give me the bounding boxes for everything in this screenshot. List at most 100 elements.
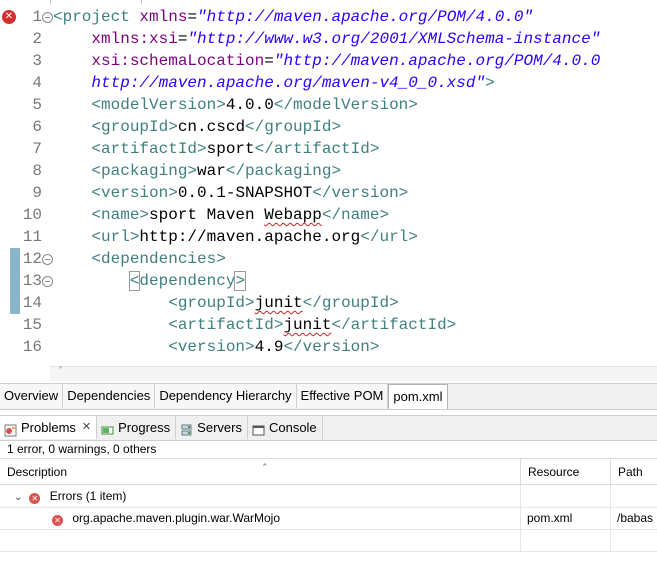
- column-header-path[interactable]: Path: [611, 459, 657, 485]
- code-text: <modelVersion>4.0.0</modelVersion>: [53, 94, 417, 116]
- code-line[interactable]: 4 http://maven.apache.org/maven-v4_0_0.x…: [0, 72, 657, 94]
- sort-ascending-icon: ˆ: [262, 462, 268, 475]
- code-token: dependency: [139, 272, 236, 290]
- spelling-error-token: junit: [283, 316, 332, 334]
- line-number: 15: [22, 316, 42, 334]
- code-line[interactable]: 6 <groupId>cn.cscd</groupId>: [0, 116, 657, 138]
- line-number: 5: [32, 96, 42, 114]
- matching-bracket: >: [234, 271, 247, 291]
- code-token: </name>: [321, 206, 390, 224]
- code-token: <artifactId>: [91, 140, 207, 158]
- column-header-description[interactable]: Description ˆ: [0, 459, 521, 485]
- code-line[interactable]: 2 xmlns:xsi="http://www.w3.org/2001/XMLS…: [0, 28, 657, 50]
- code-line[interactable]: 16 <version>4.9</version>: [0, 336, 657, 358]
- line-number: 16: [22, 338, 42, 356]
- tab-servers[interactable]: Servers: [176, 416, 248, 439]
- problems-summary: 1 error, 0 warnings, 0 others: [0, 441, 657, 458]
- code-line[interactable]: 8 <packaging>war</packaging>: [0, 160, 657, 182]
- code-line[interactable]: 11 <url>http://maven.apache.org</url>: [0, 226, 657, 248]
- code-text: <name>sport Maven Webapp</name>: [53, 204, 389, 226]
- problems-table[interactable]: Description ˆ Resource Path ⌄ ✕ Errors (…: [0, 458, 657, 563]
- code-line[interactable]: ✕ 1− <project xmlns="http://maven.apache.o…: [0, 6, 657, 28]
- code-line[interactable]: 15 <artifactId>junit</artifactId>: [0, 314, 657, 336]
- code-token: sport: [206, 140, 255, 158]
- code-line[interactable]: 5 <modelVersion>4.0.0</modelVersion>: [0, 94, 657, 116]
- tab-effective-pom[interactable]: Effective POM: [296, 384, 389, 408]
- code-text: <version>0.0.1-SNAPSHOT</version>: [53, 182, 408, 204]
- code-token: <packaging>: [91, 162, 198, 180]
- code-token: >: [485, 74, 495, 92]
- line-number: 2: [32, 30, 42, 48]
- console-icon: [252, 421, 265, 436]
- tab-overview[interactable]: Overview: [0, 384, 64, 408]
- tab-dependencies[interactable]: Dependencies: [63, 384, 156, 408]
- scroll-up-arrow-icon[interactable]: ˄: [58, 366, 63, 377]
- tab-dependency-hierarchy[interactable]: Dependency Hierarchy: [155, 384, 297, 408]
- code-token: =: [187, 8, 198, 26]
- fold-collapse-icon[interactable]: −: [42, 254, 53, 265]
- code-line[interactable]: 13− <dependency>: [0, 270, 657, 292]
- code-line[interactable]: 10 <name>sport Maven Webapp</name>: [0, 204, 657, 226]
- code-token: <version>: [168, 338, 255, 356]
- error-group-row[interactable]: ⌄ ✕ Errors (1 item): [0, 485, 657, 508]
- tab-pom-xml[interactable]: pom.xml: [388, 384, 448, 409]
- code-token: "http://maven.apache.org/POM/4.0.0": [197, 8, 534, 26]
- tab-console-label: Console: [268, 420, 317, 435]
- code-token: </version>: [283, 338, 380, 356]
- line-number: 11: [22, 228, 42, 246]
- code-token: http://maven.apache.org: [139, 228, 361, 246]
- code-token: </artifactId>: [254, 140, 380, 158]
- code-token: <groupId>: [91, 118, 178, 136]
- code-text: xsi:schemaLocation="http://maven.apache.…: [53, 50, 600, 72]
- column-header-resource[interactable]: Resource: [521, 459, 611, 485]
- code-text: <dependencies>: [53, 248, 226, 270]
- line-number: 4: [32, 74, 42, 92]
- code-token: =: [264, 52, 274, 70]
- tab-console[interactable]: Console: [248, 416, 323, 439]
- code-token: </groupId>: [245, 118, 342, 136]
- code-token: =: [177, 30, 188, 48]
- xml-editor[interactable]: ✕ 1− <project xmlns="http://maven.apache.o…: [0, 0, 657, 366]
- code-token: </artifactId>: [331, 316, 457, 334]
- line-number: 13: [22, 272, 42, 290]
- chevron-down-icon[interactable]: ⌄: [14, 487, 26, 507]
- code-line[interactable]: 7 <artifactId>sport</artifactId>: [0, 138, 657, 160]
- fold-collapse-icon[interactable]: −: [42, 276, 53, 287]
- fold-collapse-icon[interactable]: −: [42, 12, 53, 23]
- problem-path: /babas: [617, 511, 654, 525]
- code-text: <groupId>junit</groupId>: [53, 292, 398, 314]
- tab-progress[interactable]: Progress: [97, 416, 177, 439]
- table-row[interactable]: ✕ org.apache.maven.plugin.war.WarMojo po…: [0, 507, 657, 530]
- code-line[interactable]: 3 xsi:schemaLocation="http://maven.apach…: [0, 50, 657, 72]
- line-number: 10: [22, 206, 42, 224]
- line-number: 7: [32, 140, 42, 158]
- view-tabs: Problems ✕ Progress Servers Console: [0, 415, 657, 441]
- error-icon: ✕: [29, 493, 41, 504]
- code-line[interactable]: 9 <version>0.0.1-SNAPSHOT</version>: [0, 182, 657, 204]
- close-icon[interactable]: ✕: [82, 416, 91, 439]
- line-number: 12: [22, 250, 42, 268]
- tab-servers-label: Servers: [197, 420, 242, 435]
- code-token: http://maven.apache.org/maven-v4_0_0.xsd…: [53, 74, 486, 92]
- code-token: <dependencies>: [91, 250, 226, 268]
- servers-icon: [180, 421, 193, 436]
- spelling-error-token: Webapp: [264, 206, 322, 224]
- error-group-label: Errors (1 item): [49, 489, 127, 503]
- code-line[interactable]: 12− <dependencies>: [0, 248, 657, 270]
- code-token: <name>: [91, 206, 150, 224]
- error-icon: ✕: [52, 515, 63, 526]
- tab-problems-label: Problems: [21, 420, 76, 435]
- editor-horizontal-scrollbar[interactable]: [50, 366, 657, 381]
- pom-editor-tabs: Overview Dependencies Dependency Hierarc…: [0, 383, 657, 410]
- tab-problems[interactable]: Problems ✕: [0, 416, 98, 439]
- line-number: 9: [32, 184, 42, 202]
- code-line[interactable]: 14 <groupId>junit</groupId>: [0, 292, 657, 314]
